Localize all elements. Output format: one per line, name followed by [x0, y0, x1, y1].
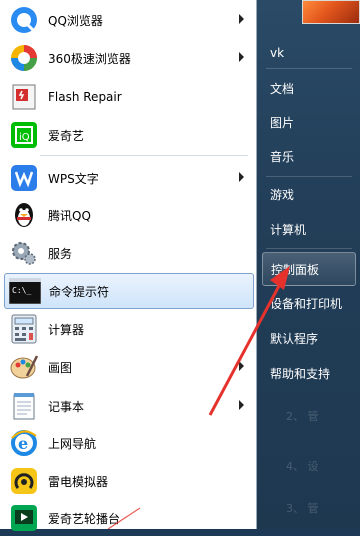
right-item-games[interactable]: 游戏	[262, 178, 356, 212]
program-item-paint[interactable]: 画图	[4, 349, 254, 385]
360-browser-icon	[8, 42, 40, 74]
submenu-arrow-icon[interactable]	[239, 52, 244, 62]
submenu-arrow-icon[interactable]	[239, 14, 244, 24]
program-label: 雷电模拟器	[48, 474, 109, 489]
wps-icon	[8, 162, 40, 194]
background-text: 4、 设	[286, 460, 319, 473]
program-item-calculator[interactable]: 计算器	[4, 311, 254, 347]
program-item-iqiyi-carousel[interactable]: 爱奇艺轮播台	[4, 500, 254, 536]
right-divider	[266, 248, 352, 249]
right-item-user[interactable]: vk	[262, 36, 356, 70]
submenu-arrow-icon[interactable]	[239, 172, 244, 182]
qq-penguin-icon	[8, 199, 40, 231]
program-label: 服务	[48, 246, 73, 261]
right-item-computer[interactable]: 计算机	[262, 213, 356, 247]
program-item-360-browser[interactable]: 360极速浏览器	[4, 40, 254, 76]
program-label: 360极速浏览器	[48, 51, 131, 66]
program-item-wps[interactable]: WPS文字	[4, 160, 254, 196]
background-text: 2、 管	[286, 410, 319, 423]
program-label: 上网导航	[48, 436, 97, 451]
program-label: 记事本	[48, 399, 85, 414]
cmd-icon: C:\_	[9, 275, 41, 307]
menu-divider	[40, 155, 248, 156]
svg-text:e: e	[18, 434, 28, 453]
right-item-help-support[interactable]: 帮助和支持	[262, 357, 356, 391]
right-item-devices-printers[interactable]: 设备和打印机	[262, 287, 356, 321]
program-item-notepad[interactable]: 记事本	[4, 388, 254, 424]
program-item-tencent-qq[interactable]: 腾讯QQ	[4, 197, 254, 233]
right-item-control-panel[interactable]: 控制面板	[262, 252, 356, 286]
submenu-arrow-icon[interactable]	[239, 361, 244, 371]
right-item-music[interactable]: 音乐	[262, 140, 356, 174]
program-item-services[interactable]: 服务	[4, 235, 254, 271]
submenu-arrow-icon[interactable]	[239, 400, 244, 410]
iqiyi-carousel-icon	[8, 502, 40, 534]
calculator-icon	[8, 313, 40, 345]
right-item-documents[interactable]: 文档	[262, 72, 356, 106]
right-divider	[266, 68, 352, 69]
program-label: 腾讯QQ	[48, 208, 91, 223]
program-item-cmd[interactable]: C:\_ 命令提示符	[4, 273, 254, 309]
ldplayer-icon	[8, 465, 40, 497]
right-item-pictures[interactable]: 图片	[262, 106, 356, 140]
program-label: 计算器	[48, 322, 85, 337]
paint-icon	[8, 351, 40, 383]
right-item-default-programs[interactable]: 默认程序	[262, 322, 356, 356]
ie-icon: e	[8, 427, 40, 459]
program-item-flash-repair[interactable]: Flash Repair	[4, 79, 254, 115]
program-label: 爱奇艺	[48, 128, 85, 143]
user-avatar[interactable]	[302, 0, 360, 24]
svg-text:C:\_: C:\_	[12, 286, 31, 295]
qq-browser-icon	[8, 4, 40, 36]
program-label: 画图	[48, 360, 73, 375]
program-label: QQ浏览器	[48, 13, 103, 28]
flash-repair-icon	[8, 81, 40, 113]
program-label: 爱奇艺轮播台	[48, 511, 121, 526]
services-gear-icon	[8, 237, 40, 269]
notepad-icon	[8, 390, 40, 422]
right-divider	[266, 176, 352, 177]
program-item-iqiyi[interactable]: iQ 爱奇艺	[4, 117, 254, 153]
background-text: 3、 管	[286, 502, 319, 515]
program-item-web-navigation[interactable]: e 上网导航	[4, 425, 254, 461]
svg-text:iQ: iQ	[19, 132, 30, 143]
program-item-ldplayer[interactable]: 雷电模拟器	[4, 463, 254, 499]
program-label: 命令提示符	[49, 284, 110, 299]
iqiyi-icon: iQ	[8, 119, 40, 151]
program-label: WPS文字	[48, 171, 99, 186]
program-item-qq-browser[interactable]: QQ浏览器	[4, 2, 254, 38]
program-label: Flash Repair	[48, 90, 122, 104]
